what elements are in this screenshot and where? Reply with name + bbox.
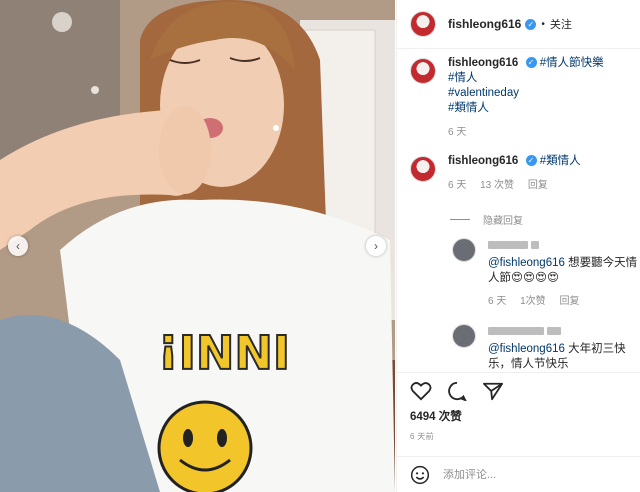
reply-author-avatar[interactable] bbox=[452, 324, 476, 348]
redacted-username bbox=[488, 238, 638, 253]
post-actions: 6494 次赞 6 天前 bbox=[397, 372, 640, 456]
caption-author[interactable]: fishleong616 bbox=[448, 57, 518, 69]
caption-hashtag[interactable]: #valentineday bbox=[448, 86, 604, 101]
carousel-next-button[interactable]: › bbox=[366, 236, 386, 256]
caption-hashtag[interactable]: #類情人 bbox=[448, 101, 604, 116]
author-avatar[interactable] bbox=[410, 11, 436, 37]
likes-count[interactable]: 6494 次赞 bbox=[410, 408, 462, 424]
divider-line bbox=[450, 219, 470, 220]
shirt-print-text: INNI! bbox=[158, 324, 290, 378]
comment-icon[interactable] bbox=[446, 381, 468, 401]
reply-item: @fishleong616 大年初三快乐，情人节快乐 bbox=[452, 324, 638, 372]
heart-icon[interactable] bbox=[410, 381, 432, 401]
caption: fishleong616 ✓ #情人節快樂 #情人 #valentineday … bbox=[410, 56, 604, 140]
post-side-panel: fishleong616 ✓ • 关注 fishleong616 ✓ #情人節快… bbox=[396, 0, 640, 492]
comment-hashtag[interactable]: #類情人 bbox=[540, 155, 581, 167]
author-username[interactable]: fishleong616 bbox=[448, 17, 521, 31]
caption-hashtag[interactable]: #情人節快樂 bbox=[540, 57, 604, 69]
reply-button[interactable]: 回复 bbox=[559, 296, 579, 307]
verified-badge-icon: ✓ bbox=[525, 155, 537, 167]
reply-likes[interactable]: 1次赞 bbox=[520, 296, 546, 307]
hide-replies-button[interactable]: 隐藏回复 bbox=[450, 212, 523, 227]
separator-dot: • bbox=[541, 18, 545, 30]
caption-time[interactable]: 6 天 bbox=[448, 127, 466, 138]
verified-badge-icon: ✓ bbox=[525, 57, 537, 69]
hide-replies-label: 隐藏回复 bbox=[483, 216, 523, 227]
comment-author-avatar[interactable] bbox=[410, 156, 436, 182]
comment-time[interactable]: 6 天 bbox=[448, 180, 466, 191]
share-icon[interactable] bbox=[482, 381, 504, 401]
post-photo[interactable]: INNI! ‹ › bbox=[0, 0, 395, 492]
photo-illustration: INNI! bbox=[0, 0, 395, 492]
redacted-username bbox=[488, 324, 638, 339]
comment-input[interactable] bbox=[443, 468, 623, 481]
follow-button[interactable]: 关注 bbox=[550, 16, 572, 32]
carousel-prev-button[interactable]: ‹ bbox=[8, 236, 28, 256]
emoji-icon[interactable] bbox=[410, 465, 430, 485]
reply-mention[interactable]: @fishleong616 bbox=[488, 257, 565, 269]
caption-hashtag[interactable]: #情人 bbox=[448, 71, 604, 86]
reply-mention[interactable]: @fishleong616 bbox=[488, 343, 565, 355]
chevron-right-icon: › bbox=[374, 239, 378, 253]
post-header: fishleong616 ✓ • 关注 bbox=[397, 0, 640, 49]
post-time[interactable]: 6 天前 bbox=[410, 431, 434, 442]
reply-time[interactable]: 6 天 bbox=[488, 296, 506, 307]
comments-list: fishleong616 ✓ #情人節快樂 #情人 #valentineday … bbox=[397, 50, 640, 372]
verified-badge-icon: ✓ bbox=[525, 18, 537, 30]
comment-item: fishleong616 ✓ #類情人 6 天 13 次赞 回复 bbox=[410, 154, 581, 193]
caption-author-avatar[interactable] bbox=[410, 58, 436, 84]
reply-author-avatar[interactable] bbox=[452, 238, 476, 262]
reply-button[interactable]: 回复 bbox=[528, 180, 548, 191]
comment-composer bbox=[397, 456, 640, 492]
comment-likes[interactable]: 13 次赞 bbox=[480, 180, 514, 191]
comment-author[interactable]: fishleong616 bbox=[448, 155, 518, 167]
reply-item: @fishleong616 想要聽今天情人節😍😍😍😍 6 天 1次赞 回复 bbox=[452, 238, 638, 309]
chevron-left-icon: ‹ bbox=[16, 239, 20, 253]
